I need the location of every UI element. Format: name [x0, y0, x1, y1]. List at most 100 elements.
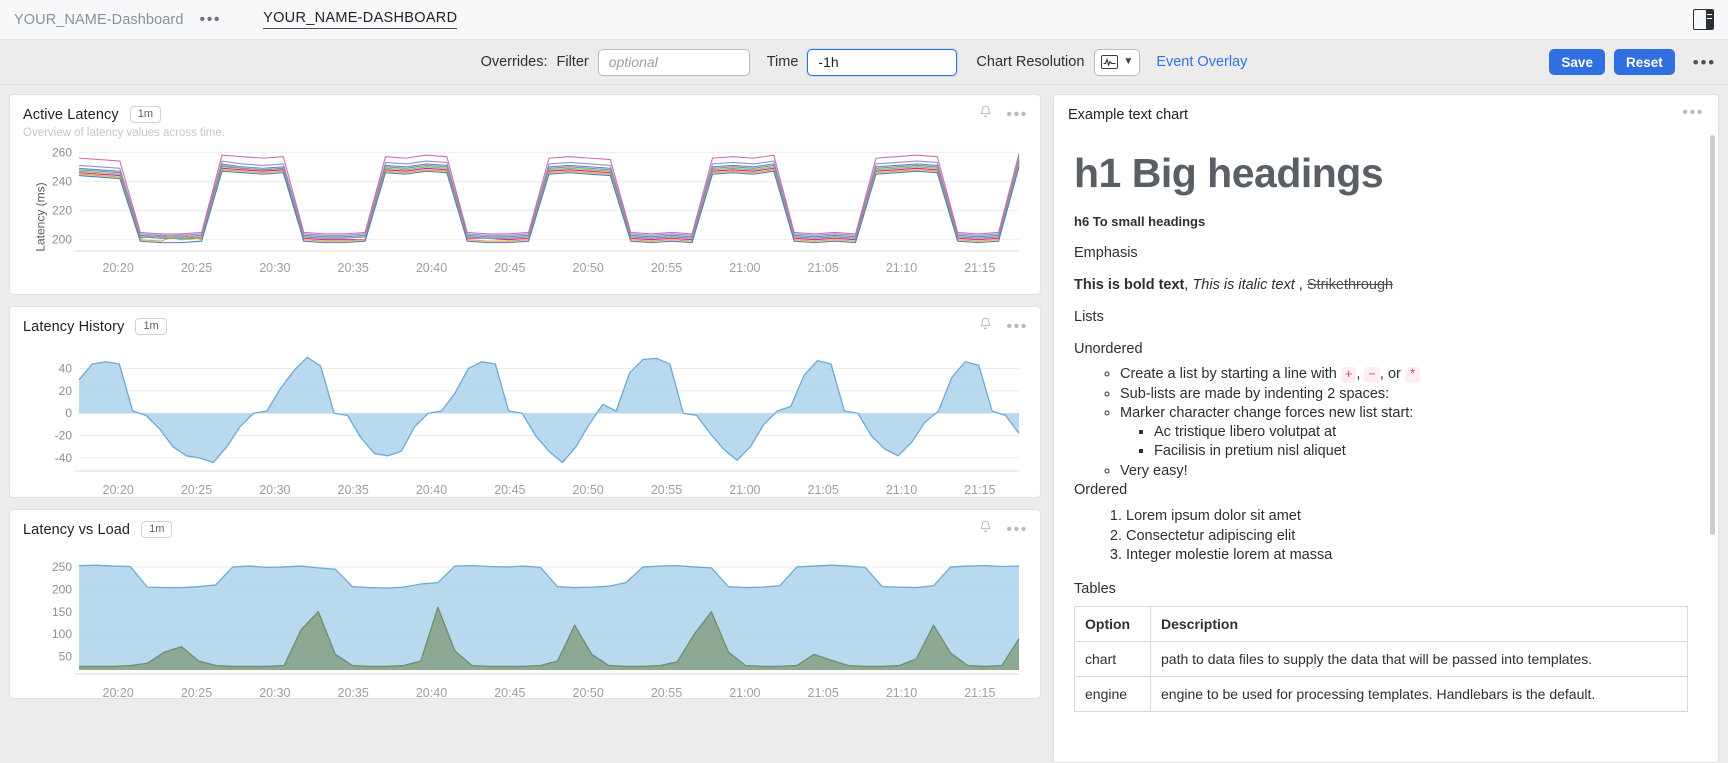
chart-resolution-icon [1101, 55, 1118, 69]
code-minus: − [1364, 367, 1380, 383]
svg-text:50: 50 [59, 650, 73, 664]
svg-text:20:45: 20:45 [494, 483, 525, 497]
list-item: Lorem ipsum dolor sit amet [1126, 507, 1688, 526]
panel-header: Active Latency 1m [23, 106, 1027, 123]
svg-text:21:15: 21:15 [964, 483, 995, 497]
svg-text:20:55: 20:55 [651, 483, 682, 497]
comma-2: , or [1380, 366, 1401, 382]
svg-text:21:05: 21:05 [808, 483, 839, 497]
svg-text:21:05: 21:05 [808, 686, 839, 699]
panel-latency-vs-load: Latency vs Load 1m ••• 5010015020025020:… [9, 509, 1041, 699]
svg-text:20:50: 20:50 [573, 483, 604, 497]
svg-text:20:50: 20:50 [573, 261, 604, 275]
panel-controls: ••• [979, 520, 1028, 539]
list-item-text: Create a list by starting a line with [1120, 366, 1337, 382]
svg-text:20:35: 20:35 [338, 686, 369, 699]
list-item: Very easy! [1120, 462, 1688, 481]
chart-active-latency: Latency (ms) 20022024026020:2020:2520:30… [23, 139, 1027, 275]
sub-list-item: Ac tristique libero volutpat at [1154, 423, 1688, 442]
italic-sample: This is italic text [1192, 277, 1294, 293]
svg-text:20:20: 20:20 [103, 483, 134, 497]
reset-button[interactable]: Reset [1614, 49, 1675, 75]
time-input[interactable] [807, 49, 957, 76]
strikethrough-sample: Strikethrough [1307, 277, 1393, 293]
svg-text:20:25: 20:25 [181, 686, 212, 699]
chart-svg: -40-200204020:2020:2520:3020:3520:4020:4… [23, 347, 1027, 497]
svg-text:-20: -20 [55, 429, 73, 443]
svg-text:20:45: 20:45 [494, 686, 525, 699]
svg-text:20:40: 20:40 [416, 686, 447, 699]
interval-badge[interactable]: 1m [135, 318, 166, 335]
markdown-h1: h1 Big headings [1074, 150, 1688, 197]
chart-latency-vs-load: 5010015020025020:2020:2520:3020:3520:402… [23, 550, 1027, 699]
svg-text:20:30: 20:30 [259, 261, 290, 275]
bell-icon[interactable] [979, 317, 992, 336]
panel-toggle-icon[interactable] [1693, 9, 1714, 30]
chart-resolution-label: Chart Resolution [976, 54, 1084, 70]
charts-column: Active Latency 1m Overview of latency va… [9, 94, 1041, 763]
list-item: Sub-lists are made by indenting 2 spaces… [1120, 385, 1688, 404]
panel-title: Active Latency [23, 107, 119, 123]
svg-text:20:25: 20:25 [181, 483, 212, 497]
list-item: Integer molestie lorem at massa [1126, 546, 1688, 565]
interval-badge[interactable]: 1m [130, 106, 161, 123]
svg-text:21:10: 21:10 [886, 483, 917, 497]
svg-text:260: 260 [52, 145, 72, 159]
chart-resolution-select[interactable]: ▼ [1094, 49, 1140, 76]
list-item: Marker character change forces new list … [1120, 404, 1688, 461]
svg-text:250: 250 [52, 560, 72, 574]
markdown-table: Option Description chart path to data fi… [1074, 606, 1688, 712]
markdown-h6: h6 To small headings [1074, 214, 1688, 229]
save-button[interactable]: Save [1549, 49, 1605, 75]
code-plus: + [1341, 367, 1357, 383]
emphasis-line: This is bold text, This is italic text ,… [1074, 277, 1688, 293]
panel-more-icon[interactable]: ••• [1006, 107, 1028, 123]
svg-text:200: 200 [52, 233, 72, 247]
table-header-row: Option Description [1075, 606, 1688, 641]
list-item-text: Marker character change forces new list … [1120, 405, 1413, 421]
panel-controls: ••• [979, 105, 1028, 124]
interval-badge[interactable]: 1m [141, 521, 172, 538]
svg-text:21:15: 21:15 [964, 261, 995, 275]
ordered-heading: Ordered [1074, 482, 1688, 498]
panel-active-latency: Active Latency 1m Overview of latency va… [9, 94, 1041, 295]
bell-icon[interactable] [979, 105, 992, 124]
cell-option: chart [1075, 641, 1151, 676]
panel-header: Latency vs Load 1m [23, 521, 1027, 538]
chart-svg: 20022024026020:2020:2520:3020:3520:4020:… [23, 139, 1027, 275]
breadcrumb-overflow-icon[interactable]: ••• [200, 12, 222, 28]
list-item: Consectetur adipiscing elit [1126, 527, 1688, 546]
toolbar-more-icon[interactable]: ••• [1693, 54, 1716, 71]
filter-input[interactable] [598, 49, 750, 76]
svg-text:20:40: 20:40 [416, 483, 447, 497]
top-tab-bar: YOUR_NAME-Dashboard ••• YOUR_NAME-DASHBO… [0, 0, 1728, 40]
svg-text:20:45: 20:45 [494, 261, 525, 275]
svg-text:100: 100 [52, 627, 72, 641]
panel-header: Latency History 1m [23, 318, 1027, 335]
panel-more-icon[interactable]: ••• [1006, 319, 1028, 335]
panel-title: Example text chart [1068, 107, 1188, 123]
panel-more-icon[interactable]: ••• [1006, 522, 1028, 538]
panel-latency-history: Latency History 1m ••• -40-200204020:202… [9, 306, 1041, 498]
svg-text:20:35: 20:35 [338, 483, 369, 497]
time-label: Time [767, 54, 799, 70]
emphasis-heading: Emphasis [1074, 245, 1688, 261]
breadcrumb[interactable]: YOUR_NAME-Dashboard [14, 12, 184, 28]
svg-text:0: 0 [65, 406, 72, 420]
svg-text:20:20: 20:20 [103, 261, 134, 275]
svg-text:20:40: 20:40 [416, 261, 447, 275]
svg-text:20:25: 20:25 [181, 261, 212, 275]
svg-text:40: 40 [59, 361, 73, 375]
tab-dashboard[interactable]: YOUR_NAME-DASHBOARD [263, 10, 457, 29]
scrollbar-thumb[interactable] [1710, 135, 1715, 535]
svg-text:-40: -40 [55, 451, 73, 465]
svg-text:21:15: 21:15 [964, 686, 995, 699]
panel-more-icon[interactable]: ••• [1682, 105, 1704, 121]
svg-text:200: 200 [52, 582, 72, 596]
bell-icon[interactable] [979, 520, 992, 539]
event-overlay-link[interactable]: Event Overlay [1156, 54, 1247, 70]
table-row: chart path to data files to supply the d… [1075, 641, 1688, 676]
code-star: * [1405, 367, 1421, 383]
column-header-description: Description [1151, 606, 1688, 641]
cell-option: engine [1075, 676, 1151, 711]
